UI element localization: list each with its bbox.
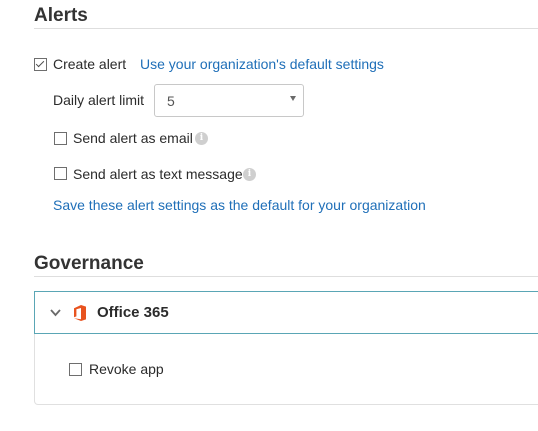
governance-section-title: Governance [34,253,144,274]
send-email-checkbox[interactable] [54,132,67,145]
revoke-app-checkbox[interactable] [69,363,82,376]
send-text-checkbox[interactable] [54,167,67,180]
info-icon[interactable]: i [243,168,256,181]
send-email-label: Send alert as email [73,130,193,146]
alerts-section-title: Alerts [34,5,88,26]
daily-alert-limit-value: 5 [167,93,175,109]
office-365-panel-body: Revoke app [34,334,538,405]
create-alert-checkbox[interactable] [34,58,47,71]
daily-alert-limit-select[interactable]: 5 [154,84,304,117]
revoke-app-label: Revoke app [89,361,164,377]
daily-alert-limit-label: Daily alert limit [53,92,145,108]
send-text-label: Send alert as text message [73,166,243,182]
chevron-down-icon[interactable] [50,309,61,317]
office-365-app-name: Office 365 [97,304,169,321]
create-alert-label: Create alert [53,56,127,72]
default-settings-link[interactable]: Use your organization's default settings [140,56,384,72]
governance-divider [34,276,538,277]
info-icon[interactable]: i [195,132,208,145]
office-logo-icon [74,305,86,321]
save-default-settings-link[interactable]: Save these alert settings as the default… [53,197,426,213]
chevron-down-icon [290,96,296,101]
office-365-panel-header[interactable]: Office 365 [34,291,538,334]
alerts-divider [34,28,538,29]
